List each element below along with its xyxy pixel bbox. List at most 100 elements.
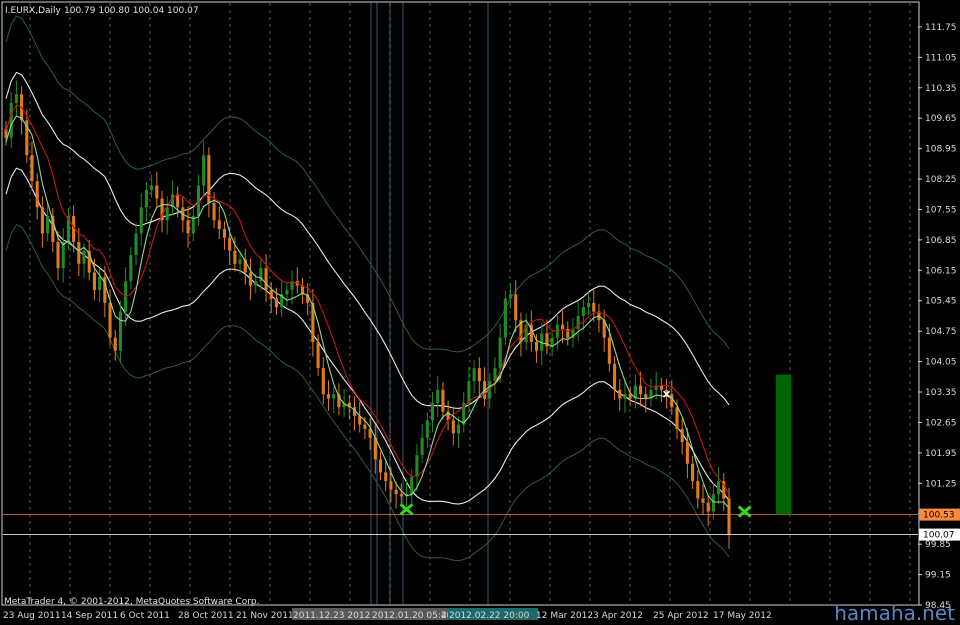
candle-body — [581, 307, 585, 316]
price-axis: 111.75 111.05 110.35 109.65 108.95 108.25 107.… — [918, 23, 960, 611]
candle-body — [587, 302, 591, 308]
candle-body — [155, 185, 159, 199]
moving-averages — [5, 104, 730, 509]
candles — [4, 80, 731, 549]
candle-body — [228, 237, 232, 251]
candle-body — [389, 481, 393, 490]
y-tick-label: 101.25 — [925, 479, 957, 489]
candle-body — [35, 181, 39, 208]
y-tick-label: 102.65 — [925, 418, 957, 428]
candle-body — [378, 459, 383, 473]
ma-red-line — [5, 104, 730, 495]
candle-body — [451, 420, 455, 434]
candle-body — [212, 202, 216, 221]
candle-body — [113, 337, 117, 351]
candle-body — [508, 294, 513, 299]
candle-body — [92, 272, 96, 290]
x-tick-label: 2011.12.23 2012.0 — [293, 611, 379, 621]
candle-body — [150, 185, 154, 190]
y-tick-label: 104.75 — [925, 327, 957, 337]
y-tick-label: 99.15 — [925, 571, 951, 581]
price-label: 100.53 — [923, 511, 955, 521]
envelope-bands — [5, 15, 730, 562]
candle-body — [186, 220, 190, 234]
candle-body — [274, 298, 279, 308]
candle-body — [399, 494, 403, 497]
candle-body — [98, 276, 102, 290]
candle-body — [706, 502, 710, 512]
candle-body — [82, 250, 86, 264]
y-tick-label: 107.55 — [925, 205, 957, 215]
candle-body — [727, 498, 731, 535]
y-tick-label: 109.65 — [925, 114, 957, 124]
candle-body — [701, 498, 705, 503]
candle-body — [40, 207, 44, 234]
candle-body — [321, 368, 325, 395]
candle-body — [363, 424, 367, 429]
candle-body — [9, 102, 13, 138]
candle-body — [420, 437, 424, 456]
candle-body — [498, 337, 502, 369]
candle-body — [613, 363, 617, 390]
candle-body — [14, 94, 18, 103]
candle-body — [430, 402, 435, 421]
candle-body — [514, 294, 518, 321]
candle-body — [139, 207, 143, 234]
candle-body — [222, 229, 227, 238]
candle-body — [134, 233, 138, 256]
y-tick-label: 106.85 — [925, 236, 957, 246]
candle-body — [472, 368, 476, 382]
band-upper-outer — [5, 15, 730, 353]
candle-body — [233, 250, 237, 264]
candle-body — [165, 207, 169, 221]
candle-body — [675, 407, 679, 429]
y-tick-label: 106.15 — [925, 266, 957, 276]
y-tick-label: 104.05 — [925, 358, 957, 368]
candle-body — [685, 442, 689, 464]
copyright-text: MetaTrader 4, © 2001-2012, MetaQuotes So… — [4, 597, 260, 607]
x-tick-label: 2012.02.22 20:00 — [449, 611, 530, 621]
x-tick-label: 12 Mar 2012 — [536, 611, 593, 621]
candle-body — [196, 185, 201, 216]
candle-body — [238, 259, 242, 264]
watermark: hamaha.net — [834, 601, 955, 625]
y-tick-label: 101.95 — [925, 449, 957, 459]
candle-body — [639, 385, 643, 395]
candle-body — [254, 281, 258, 286]
candle-body — [202, 155, 206, 186]
candle-body — [467, 381, 471, 403]
signal-box — [775, 374, 792, 515]
y-tick-label: 103.35 — [925, 388, 957, 398]
price-label: 100.07 — [923, 531, 955, 541]
candle-body — [332, 394, 336, 399]
candle-body — [456, 424, 461, 434]
time-axis: 23 Aug 2011 14 Sep 2011 6 Oct 2011 28 Oct 2… — [3, 608, 772, 621]
candle-body — [691, 463, 695, 482]
y-tick-label: 108.95 — [925, 145, 957, 155]
candle-body — [576, 315, 580, 329]
candle-body — [561, 324, 565, 329]
candle-body — [618, 389, 622, 399]
x-tick-label: 17 May 2012 — [713, 611, 772, 621]
candle-body — [46, 215, 50, 234]
x-tick-label: 25 Apr 2012 — [653, 611, 709, 621]
candle-body — [717, 481, 721, 495]
candle-body — [285, 289, 289, 295]
candle-body — [108, 302, 112, 338]
y-tick-label: 99.85 — [925, 540, 951, 550]
candle-body — [592, 302, 596, 312]
candle-body — [425, 420, 429, 438]
candle-body — [394, 489, 398, 495]
candle-body — [384, 472, 388, 482]
candle-body — [711, 494, 715, 512]
candle-body — [248, 272, 253, 286]
y-tick-label: 111.05 — [925, 53, 957, 63]
candle-body — [441, 389, 445, 412]
ma-green-line — [5, 115, 730, 509]
candle-body — [607, 337, 611, 364]
band-upper-inner — [5, 71, 730, 409]
candle-body — [217, 220, 221, 230]
candle-body — [316, 342, 320, 369]
y-tick-label: 111.75 — [925, 23, 957, 33]
candle-body — [477, 368, 481, 382]
